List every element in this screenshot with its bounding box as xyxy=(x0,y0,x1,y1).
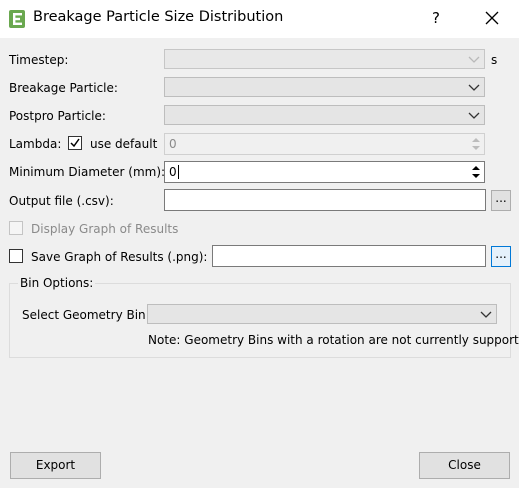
min-diameter-spinbox[interactable]: 0 xyxy=(164,161,485,183)
spin-down-icon[interactable] xyxy=(469,144,483,153)
chevron-down-icon xyxy=(480,311,492,318)
bin-options-title: Bin Options: xyxy=(18,275,96,291)
save-graph-path-input[interactable] xyxy=(212,245,486,267)
output-file-browse-button[interactable]: ... xyxy=(491,190,511,211)
display-graph-label: Display Graph of Results xyxy=(31,222,179,236)
spin-up-icon[interactable] xyxy=(469,163,483,172)
geometry-bin-label: Select Geometry Bin: xyxy=(22,308,150,322)
use-default-checkbox[interactable] xyxy=(68,136,82,150)
spin-up-icon[interactable] xyxy=(469,135,483,144)
timestep-unit: s xyxy=(491,53,498,67)
close-icon xyxy=(485,11,499,25)
timestep-label: Timestep: xyxy=(9,53,69,67)
display-graph-checkbox[interactable] xyxy=(9,221,23,235)
min-diameter-label: Minimum Diameter (mm): xyxy=(9,165,166,179)
lambda-label: Lambda: xyxy=(9,137,62,151)
save-graph-checkbox[interactable] xyxy=(9,249,23,263)
geometry-bin-select[interactable] xyxy=(147,304,497,324)
geometry-bin-note: Note: Geometry Bins with a rotation are … xyxy=(148,333,519,347)
close-window-button[interactable] xyxy=(478,5,506,31)
min-diameter-spin-buttons[interactable] xyxy=(469,163,483,181)
timestep-select[interactable] xyxy=(164,49,485,69)
min-diameter-value: 0 xyxy=(169,165,179,179)
output-file-label: Output file (.csv): xyxy=(9,194,114,208)
chevron-down-icon xyxy=(468,56,480,63)
checkmark-icon xyxy=(70,138,80,148)
save-graph-browse-button[interactable]: ... xyxy=(491,246,511,267)
title-bar: Breakage Particle Size Distribution ? xyxy=(0,0,519,38)
breakage-particle-label: Breakage Particle: xyxy=(9,81,118,95)
help-button[interactable]: ? xyxy=(424,5,448,31)
spin-down-icon[interactable] xyxy=(469,172,483,181)
use-default-label: use default xyxy=(90,137,158,151)
app-logo-icon xyxy=(9,10,25,28)
window-title: Breakage Particle Size Distribution xyxy=(33,9,284,25)
chevron-down-icon xyxy=(468,84,480,91)
save-graph-label: Save Graph of Results (.png): xyxy=(31,250,208,264)
postpro-particle-select[interactable] xyxy=(164,105,485,125)
chevron-down-icon xyxy=(468,112,480,119)
export-button[interactable]: Export xyxy=(10,452,101,479)
lambda-spin-buttons[interactable] xyxy=(469,135,483,153)
postpro-particle-label: Postpro Particle: xyxy=(9,109,106,123)
breakage-particle-select[interactable] xyxy=(164,77,485,97)
lambda-spinbox[interactable]: 0 xyxy=(164,133,485,155)
output-file-input[interactable] xyxy=(164,189,486,211)
close-button[interactable]: Close xyxy=(419,452,510,479)
lambda-value: 0 xyxy=(169,137,177,151)
